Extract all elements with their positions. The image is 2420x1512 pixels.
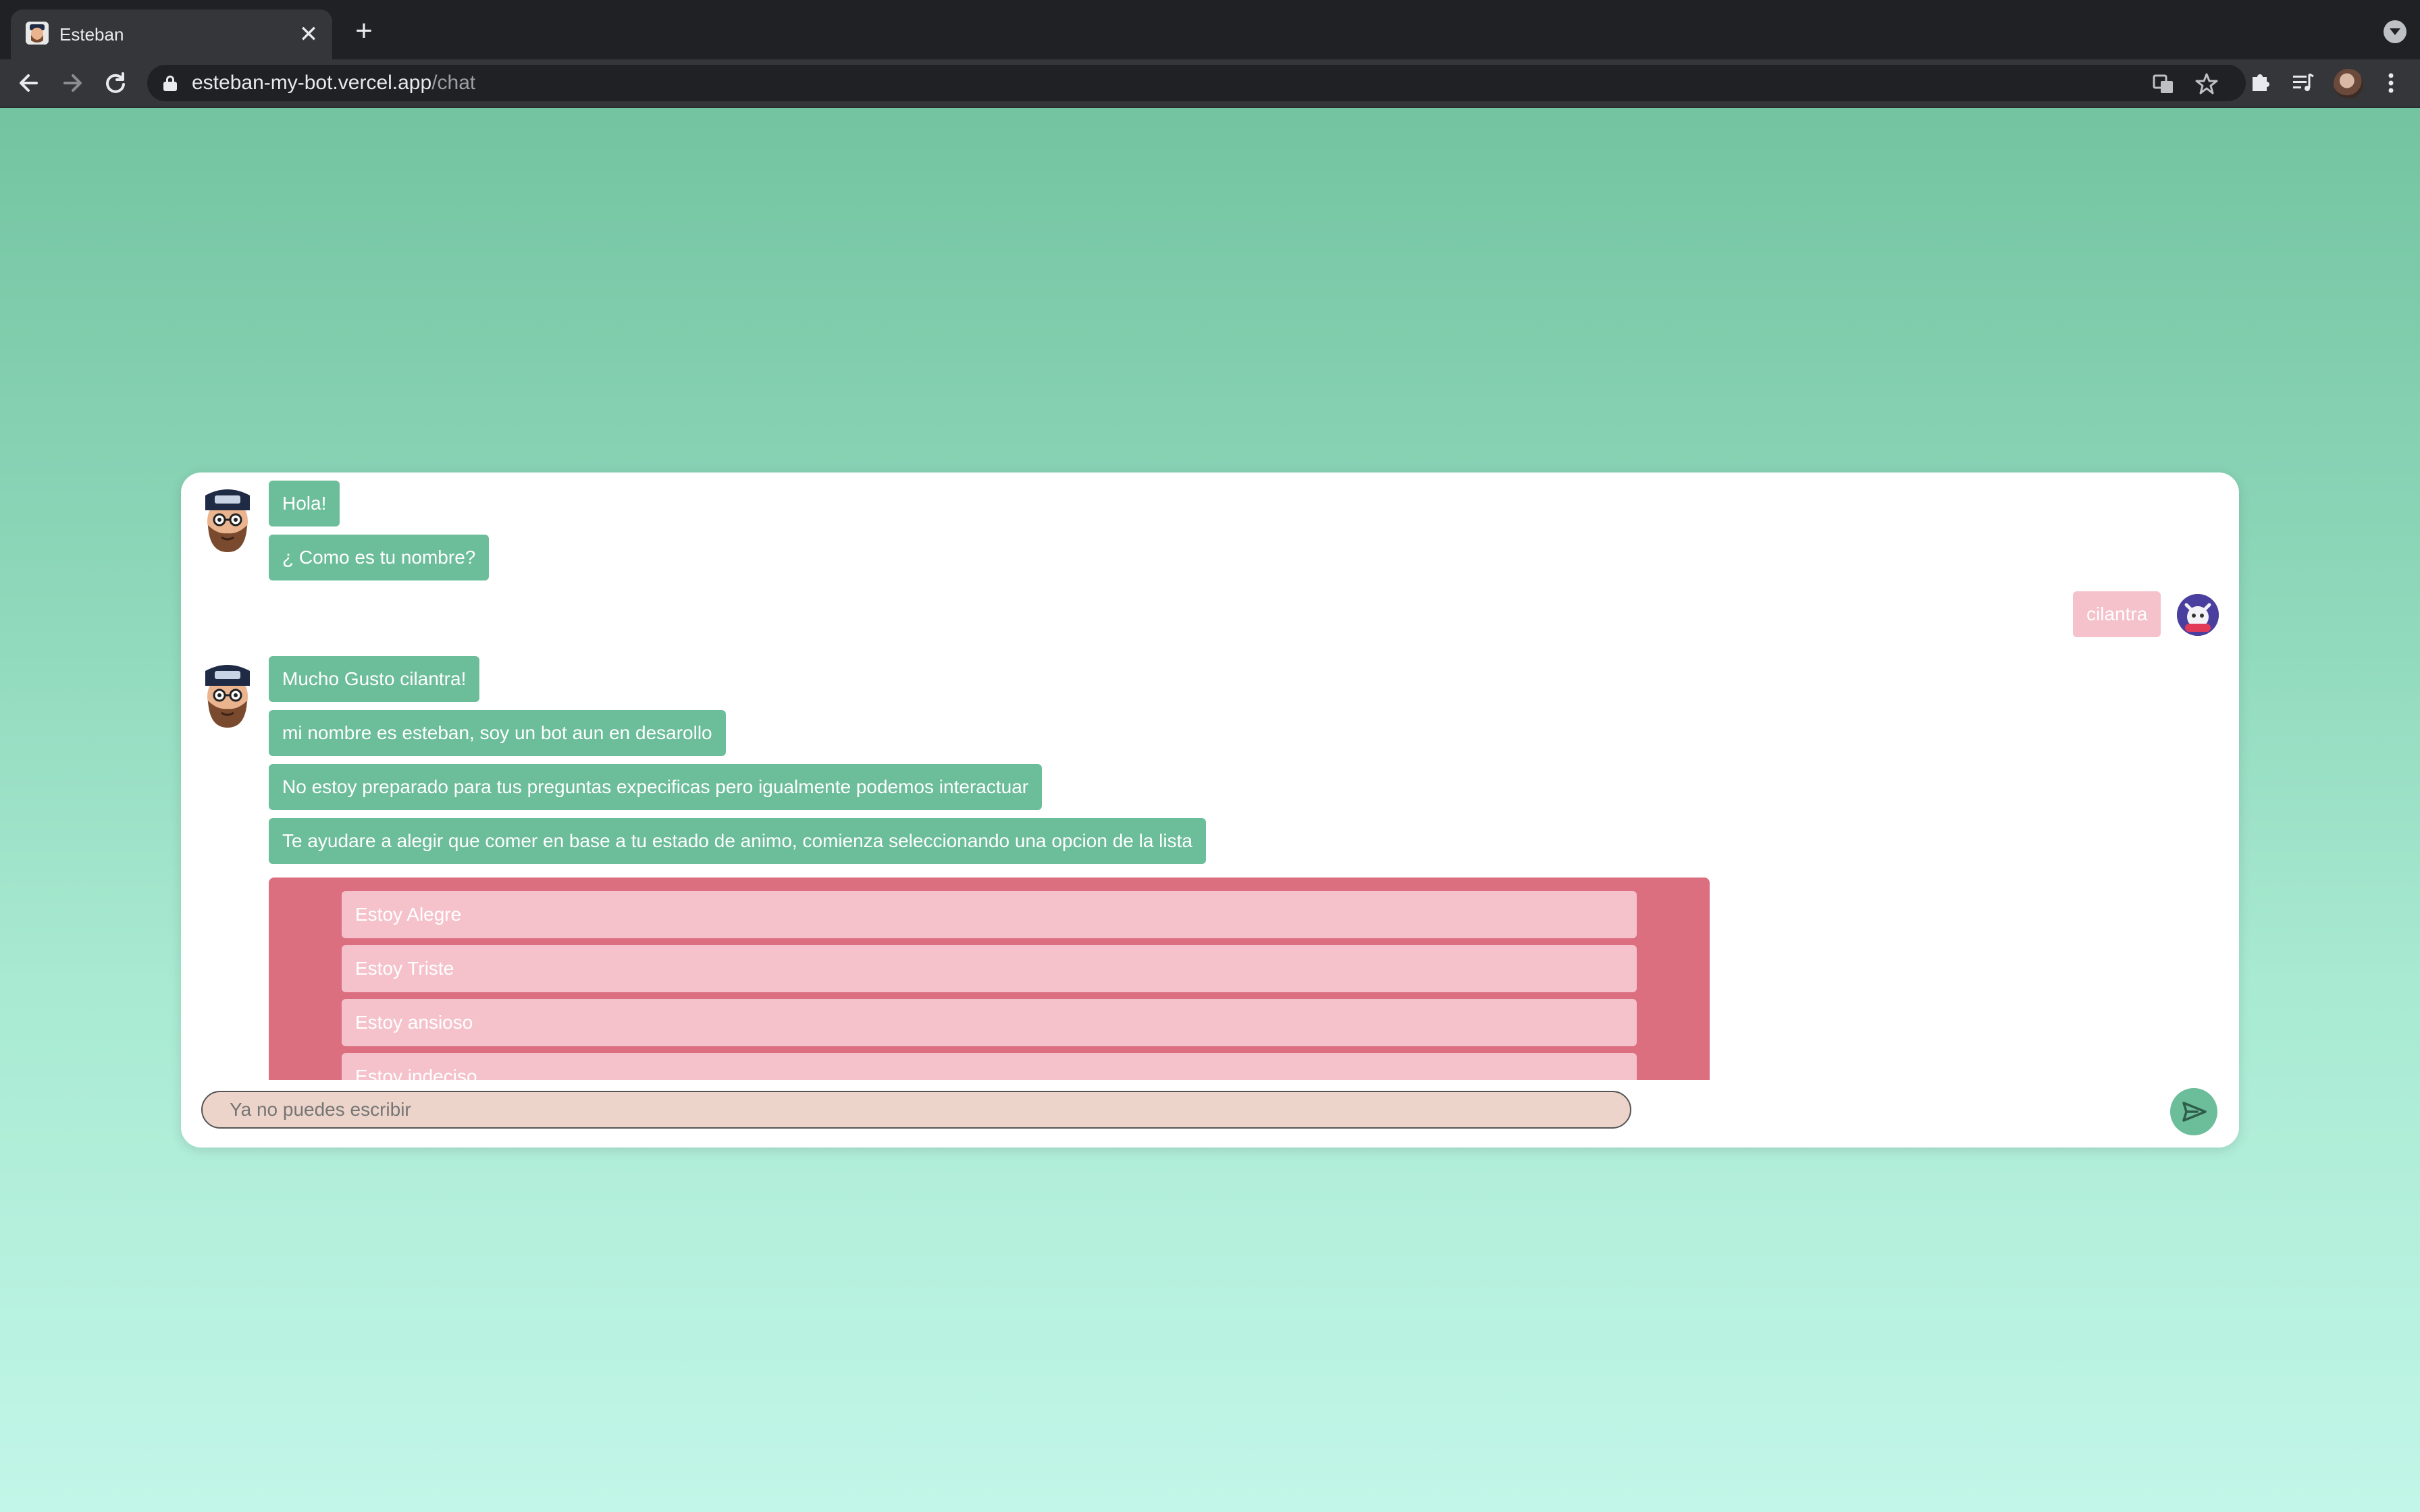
tab-title: Esteban (59, 24, 124, 45)
bot-message: ¿ Como es tu nombre? (269, 535, 490, 580)
bot-message: Hola! (269, 481, 340, 526)
lock-icon[interactable] (163, 76, 177, 91)
message-input[interactable] (201, 1091, 1631, 1129)
bot-avatar (200, 662, 255, 729)
url-text: esteban-my-bot.vercel.app/chat (192, 70, 475, 96)
back-button[interactable] (12, 66, 46, 100)
address-bar[interactable]: esteban-my-bot.vercel.app/chat (147, 65, 2246, 101)
option-estoy-ansioso[interactable]: Estoy ansioso (342, 999, 1637, 1046)
reload-icon (106, 72, 125, 93)
tab-close-icon[interactable]: ✕ (297, 23, 320, 46)
bot-avatar (200, 486, 255, 554)
user-avatar (2177, 594, 2219, 636)
profile-avatar[interactable] (2334, 69, 2363, 99)
media-queue-icon[interactable] (2288, 68, 2319, 99)
send-button[interactable] (2170, 1088, 2217, 1135)
browser-tab[interactable]: Esteban ✕ (11, 9, 332, 59)
puzzle-icon[interactable] (2244, 68, 2276, 99)
tab-search-icon[interactable] (2384, 20, 2406, 43)
user-message: cilantra (2073, 591, 2161, 637)
mood-options-list: Estoy Alegre Estoy Triste Estoy ansioso … (269, 878, 1710, 1080)
message-list[interactable]: Hola! ¿ Como es tu nombre? cilantra Much… (181, 473, 2239, 1080)
kebab-menu-icon[interactable] (2375, 68, 2406, 99)
bot-message: Te ayudare a alegir que comer en base a … (269, 818, 1206, 864)
arrow-left-icon (20, 74, 38, 92)
translate-icon[interactable] (2151, 72, 2176, 96)
tab-favicon-icon (26, 22, 49, 45)
url-path: /chat (431, 72, 476, 94)
chat-window: Hola! ¿ Como es tu nombre? cilantra Much… (181, 473, 2239, 1148)
bot-message: No estoy preparado para tus preguntas ex… (269, 764, 1043, 810)
option-estoy-alegre[interactable]: Estoy Alegre (342, 891, 1637, 938)
option-estoy-indeciso[interactable]: Estoy indeciso (342, 1053, 1637, 1080)
star-icon[interactable] (2194, 72, 2219, 96)
reload-button[interactable] (99, 66, 132, 100)
browser-toolbar: esteban-my-bot.vercel.app/chat (0, 59, 2420, 108)
bot-message: Mucho Gusto cilantra! (269, 656, 480, 702)
forward-button[interactable] (55, 66, 89, 100)
send-icon (2182, 1102, 2207, 1122)
arrow-right-icon (63, 74, 82, 92)
url-host: esteban-my-bot.vercel.app (192, 72, 432, 94)
browser-tabstrip: Esteban ✕ + (0, 0, 2420, 59)
bot-message: mi nombre es esteban, soy un bot aun en … (269, 710, 726, 756)
option-estoy-triste[interactable]: Estoy Triste (342, 945, 1637, 992)
new-tab-button[interactable]: + (351, 16, 377, 46)
